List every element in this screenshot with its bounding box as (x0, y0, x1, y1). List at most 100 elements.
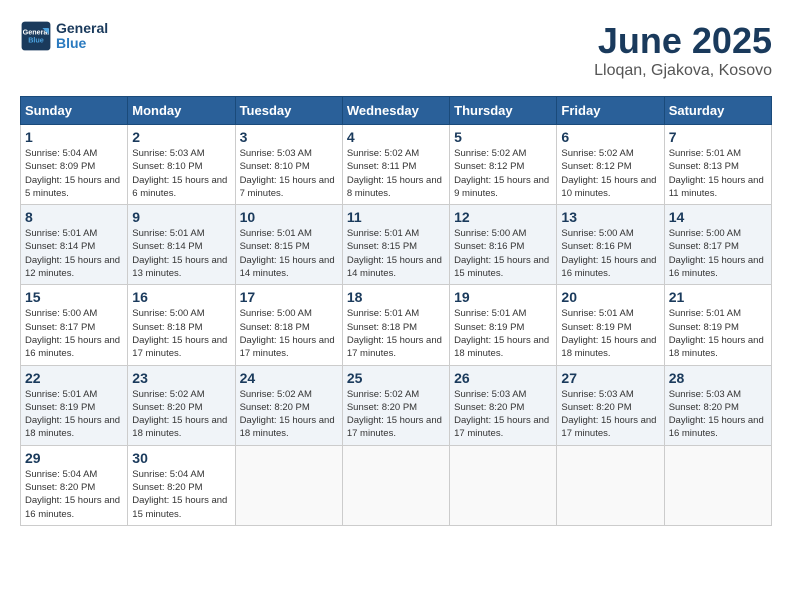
calendar-cell (557, 445, 664, 525)
day-header-wednesday: Wednesday (342, 97, 449, 125)
logo-general: General (56, 21, 108, 36)
day-number: 7 (669, 129, 767, 145)
logo: General Blue General Blue (20, 20, 108, 52)
calendar-cell: 20 Sunrise: 5:01 AM Sunset: 8:19 PM Dayl… (557, 285, 664, 365)
day-number: 24 (240, 370, 338, 386)
day-number: 2 (132, 129, 230, 145)
calendar-cell: 23 Sunrise: 5:02 AM Sunset: 8:20 PM Dayl… (128, 365, 235, 445)
location: Lloqan, Gjakova, Kosovo (594, 62, 772, 80)
day-info: Sunrise: 5:03 AM Sunset: 8:20 PM Dayligh… (669, 388, 767, 441)
day-info: Sunrise: 5:02 AM Sunset: 8:20 PM Dayligh… (240, 388, 338, 441)
day-header-friday: Friday (557, 97, 664, 125)
calendar-cell: 18 Sunrise: 5:01 AM Sunset: 8:18 PM Dayl… (342, 285, 449, 365)
day-number: 6 (561, 129, 659, 145)
calendar-cell: 5 Sunrise: 5:02 AM Sunset: 8:12 PM Dayli… (450, 125, 557, 205)
day-number: 15 (25, 289, 123, 305)
day-number: 25 (347, 370, 445, 386)
day-number: 14 (669, 209, 767, 225)
day-number: 19 (454, 289, 552, 305)
month-title: June 2025 (594, 20, 772, 62)
calendar-cell: 3 Sunrise: 5:03 AM Sunset: 8:10 PM Dayli… (235, 125, 342, 205)
day-number: 13 (561, 209, 659, 225)
calendar-cell: 26 Sunrise: 5:03 AM Sunset: 8:20 PM Dayl… (450, 365, 557, 445)
calendar-cell: 1 Sunrise: 5:04 AM Sunset: 8:09 PM Dayli… (21, 125, 128, 205)
day-number: 23 (132, 370, 230, 386)
calendar-cell: 19 Sunrise: 5:01 AM Sunset: 8:19 PM Dayl… (450, 285, 557, 365)
week-row-2: 8 Sunrise: 5:01 AM Sunset: 8:14 PM Dayli… (21, 205, 772, 285)
calendar-cell: 10 Sunrise: 5:01 AM Sunset: 8:15 PM Dayl… (235, 205, 342, 285)
day-info: Sunrise: 5:01 AM Sunset: 8:13 PM Dayligh… (669, 147, 767, 200)
day-info: Sunrise: 5:01 AM Sunset: 8:19 PM Dayligh… (669, 307, 767, 360)
calendar-cell: 24 Sunrise: 5:02 AM Sunset: 8:20 PM Dayl… (235, 365, 342, 445)
day-header-tuesday: Tuesday (235, 97, 342, 125)
calendar-cell: 29 Sunrise: 5:04 AM Sunset: 8:20 PM Dayl… (21, 445, 128, 525)
calendar-cell: 16 Sunrise: 5:00 AM Sunset: 8:18 PM Dayl… (128, 285, 235, 365)
day-number: 10 (240, 209, 338, 225)
week-row-4: 22 Sunrise: 5:01 AM Sunset: 8:19 PM Dayl… (21, 365, 772, 445)
calendar-cell (342, 445, 449, 525)
day-info: Sunrise: 5:01 AM Sunset: 8:18 PM Dayligh… (347, 307, 445, 360)
day-info: Sunrise: 5:02 AM Sunset: 8:20 PM Dayligh… (132, 388, 230, 441)
calendar-cell (235, 445, 342, 525)
day-header-saturday: Saturday (664, 97, 771, 125)
calendar-cell: 27 Sunrise: 5:03 AM Sunset: 8:20 PM Dayl… (557, 365, 664, 445)
day-info: Sunrise: 5:00 AM Sunset: 8:16 PM Dayligh… (561, 227, 659, 280)
day-info: Sunrise: 5:02 AM Sunset: 8:11 PM Dayligh… (347, 147, 445, 200)
day-number: 30 (132, 450, 230, 466)
day-number: 9 (132, 209, 230, 225)
logo-blue: Blue (56, 36, 108, 51)
day-number: 27 (561, 370, 659, 386)
day-info: Sunrise: 5:03 AM Sunset: 8:10 PM Dayligh… (240, 147, 338, 200)
calendar-cell: 15 Sunrise: 5:00 AM Sunset: 8:17 PM Dayl… (21, 285, 128, 365)
day-header-sunday: Sunday (21, 97, 128, 125)
day-info: Sunrise: 5:01 AM Sunset: 8:19 PM Dayligh… (25, 388, 123, 441)
calendar-cell: 7 Sunrise: 5:01 AM Sunset: 8:13 PM Dayli… (664, 125, 771, 205)
day-number: 29 (25, 450, 123, 466)
day-info: Sunrise: 5:01 AM Sunset: 8:15 PM Dayligh… (347, 227, 445, 280)
day-header-thursday: Thursday (450, 97, 557, 125)
day-info: Sunrise: 5:01 AM Sunset: 8:19 PM Dayligh… (454, 307, 552, 360)
svg-text:Blue: Blue (28, 35, 44, 44)
calendar-cell: 21 Sunrise: 5:01 AM Sunset: 8:19 PM Dayl… (664, 285, 771, 365)
day-info: Sunrise: 5:00 AM Sunset: 8:17 PM Dayligh… (669, 227, 767, 280)
calendar-cell: 14 Sunrise: 5:00 AM Sunset: 8:17 PM Dayl… (664, 205, 771, 285)
day-info: Sunrise: 5:02 AM Sunset: 8:20 PM Dayligh… (347, 388, 445, 441)
calendar-cell: 25 Sunrise: 5:02 AM Sunset: 8:20 PM Dayl… (342, 365, 449, 445)
calendar-table: SundayMondayTuesdayWednesdayThursdayFrid… (20, 96, 772, 526)
day-number: 11 (347, 209, 445, 225)
header: General Blue General Blue June 2025 Lloq… (20, 20, 772, 80)
calendar-cell: 11 Sunrise: 5:01 AM Sunset: 8:15 PM Dayl… (342, 205, 449, 285)
calendar-cell: 28 Sunrise: 5:03 AM Sunset: 8:20 PM Dayl… (664, 365, 771, 445)
day-number: 1 (25, 129, 123, 145)
day-info: Sunrise: 5:02 AM Sunset: 8:12 PM Dayligh… (561, 147, 659, 200)
day-number: 22 (25, 370, 123, 386)
day-info: Sunrise: 5:03 AM Sunset: 8:10 PM Dayligh… (132, 147, 230, 200)
day-info: Sunrise: 5:00 AM Sunset: 8:18 PM Dayligh… (240, 307, 338, 360)
calendar-cell: 9 Sunrise: 5:01 AM Sunset: 8:14 PM Dayli… (128, 205, 235, 285)
calendar-cell (450, 445, 557, 525)
day-number: 21 (669, 289, 767, 305)
calendar-cell: 4 Sunrise: 5:02 AM Sunset: 8:11 PM Dayli… (342, 125, 449, 205)
calendar-cell: 13 Sunrise: 5:00 AM Sunset: 8:16 PM Dayl… (557, 205, 664, 285)
calendar-cell: 8 Sunrise: 5:01 AM Sunset: 8:14 PM Dayli… (21, 205, 128, 285)
calendar-cell: 6 Sunrise: 5:02 AM Sunset: 8:12 PM Dayli… (557, 125, 664, 205)
day-info: Sunrise: 5:04 AM Sunset: 8:09 PM Dayligh… (25, 147, 123, 200)
day-number: 3 (240, 129, 338, 145)
day-number: 20 (561, 289, 659, 305)
day-number: 28 (669, 370, 767, 386)
day-number: 5 (454, 129, 552, 145)
logo-icon: General Blue (20, 20, 52, 52)
day-info: Sunrise: 5:01 AM Sunset: 8:19 PM Dayligh… (561, 307, 659, 360)
day-header-monday: Monday (128, 97, 235, 125)
day-number: 26 (454, 370, 552, 386)
calendar-cell: 22 Sunrise: 5:01 AM Sunset: 8:19 PM Dayl… (21, 365, 128, 445)
day-info: Sunrise: 5:01 AM Sunset: 8:15 PM Dayligh… (240, 227, 338, 280)
week-row-3: 15 Sunrise: 5:00 AM Sunset: 8:17 PM Dayl… (21, 285, 772, 365)
day-info: Sunrise: 5:03 AM Sunset: 8:20 PM Dayligh… (454, 388, 552, 441)
day-number: 17 (240, 289, 338, 305)
day-number: 12 (454, 209, 552, 225)
week-row-5: 29 Sunrise: 5:04 AM Sunset: 8:20 PM Dayl… (21, 445, 772, 525)
calendar-cell: 30 Sunrise: 5:04 AM Sunset: 8:20 PM Dayl… (128, 445, 235, 525)
day-info: Sunrise: 5:02 AM Sunset: 8:12 PM Dayligh… (454, 147, 552, 200)
day-number: 16 (132, 289, 230, 305)
